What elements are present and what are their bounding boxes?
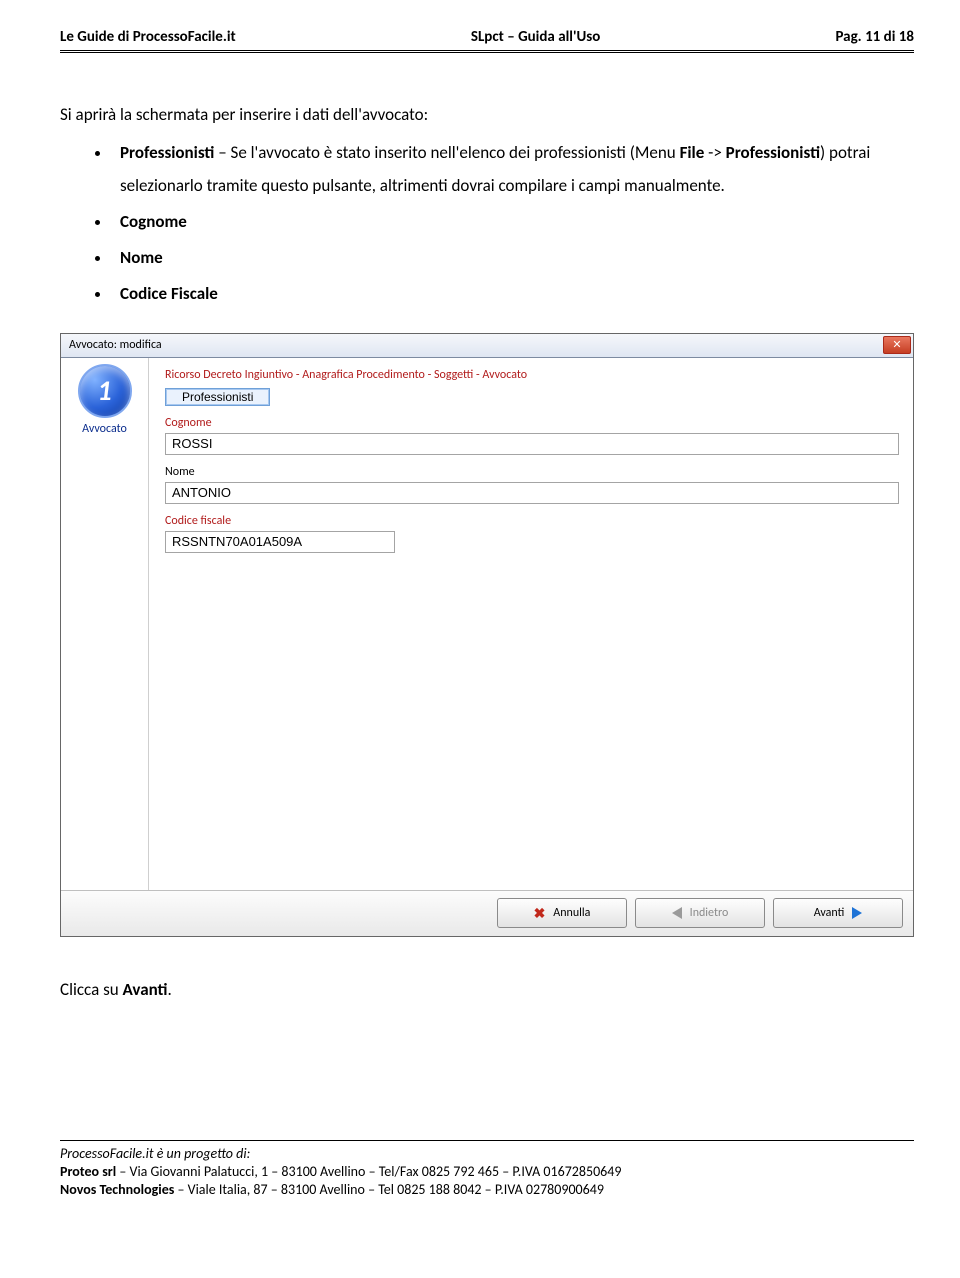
dialog-footer: ✖ Annulla Indietro Avanti bbox=[61, 890, 913, 936]
page-header: Le Guide di ProcessoFacile.it SLpct – Gu… bbox=[60, 28, 914, 48]
after-text: Clicca su Avanti. bbox=[60, 979, 914, 1000]
label-nome: Nome bbox=[165, 465, 899, 479]
bullet-cf: Codice Fiscale bbox=[112, 278, 914, 310]
bullet-professionisti: Professionisti – Se l'avvocato è stato i… bbox=[112, 137, 914, 202]
dialog-title: Avvocato: modifica bbox=[69, 338, 162, 352]
step-indicator: 1 bbox=[78, 364, 132, 418]
rule bbox=[60, 52, 914, 53]
header-center: SLpct – Guida all'Uso bbox=[471, 28, 600, 46]
header-left: Le Guide di ProcessoFacile.it bbox=[60, 28, 236, 46]
arrow-left-icon bbox=[672, 907, 682, 919]
intro-text: Si aprirà la schermata per inserire i da… bbox=[60, 99, 914, 131]
page-footer: ProcessoFacile.it è un progetto di: Prot… bbox=[60, 1145, 914, 1200]
rule bbox=[60, 1140, 914, 1141]
step-sidebar: 1 Avvocato bbox=[61, 358, 149, 890]
x-icon: ✖ bbox=[534, 905, 546, 922]
close-button[interactable]: ✕ bbox=[883, 336, 911, 354]
input-nome[interactable] bbox=[165, 482, 899, 504]
dialog-titlebar: Avvocato: modifica ✕ bbox=[61, 334, 913, 358]
label-cognome: Cognome bbox=[165, 416, 899, 430]
next-button[interactable]: Avanti bbox=[773, 898, 903, 928]
bullet-nome: Nome bbox=[112, 242, 914, 274]
label-cf: Codice fiscale bbox=[165, 514, 899, 528]
arrow-right-icon bbox=[852, 907, 862, 919]
input-cognome[interactable] bbox=[165, 433, 899, 455]
step-label: Avvocato bbox=[82, 422, 127, 436]
back-button[interactable]: Indietro bbox=[635, 898, 765, 928]
header-right: Pag. 11 di 18 bbox=[835, 28, 914, 46]
professionisti-button[interactable]: Professionisti bbox=[165, 388, 270, 406]
rule bbox=[60, 50, 914, 51]
bullet-cognome: Cognome bbox=[112, 206, 914, 238]
cancel-button[interactable]: ✖ Annulla bbox=[497, 898, 627, 928]
breadcrumb: Ricorso Decreto Ingiuntivo - Anagrafica … bbox=[165, 368, 899, 382]
dialog-avvocato: Avvocato: modifica ✕ 1 Avvocato Ricorso … bbox=[60, 333, 914, 937]
input-cf[interactable] bbox=[165, 531, 395, 553]
